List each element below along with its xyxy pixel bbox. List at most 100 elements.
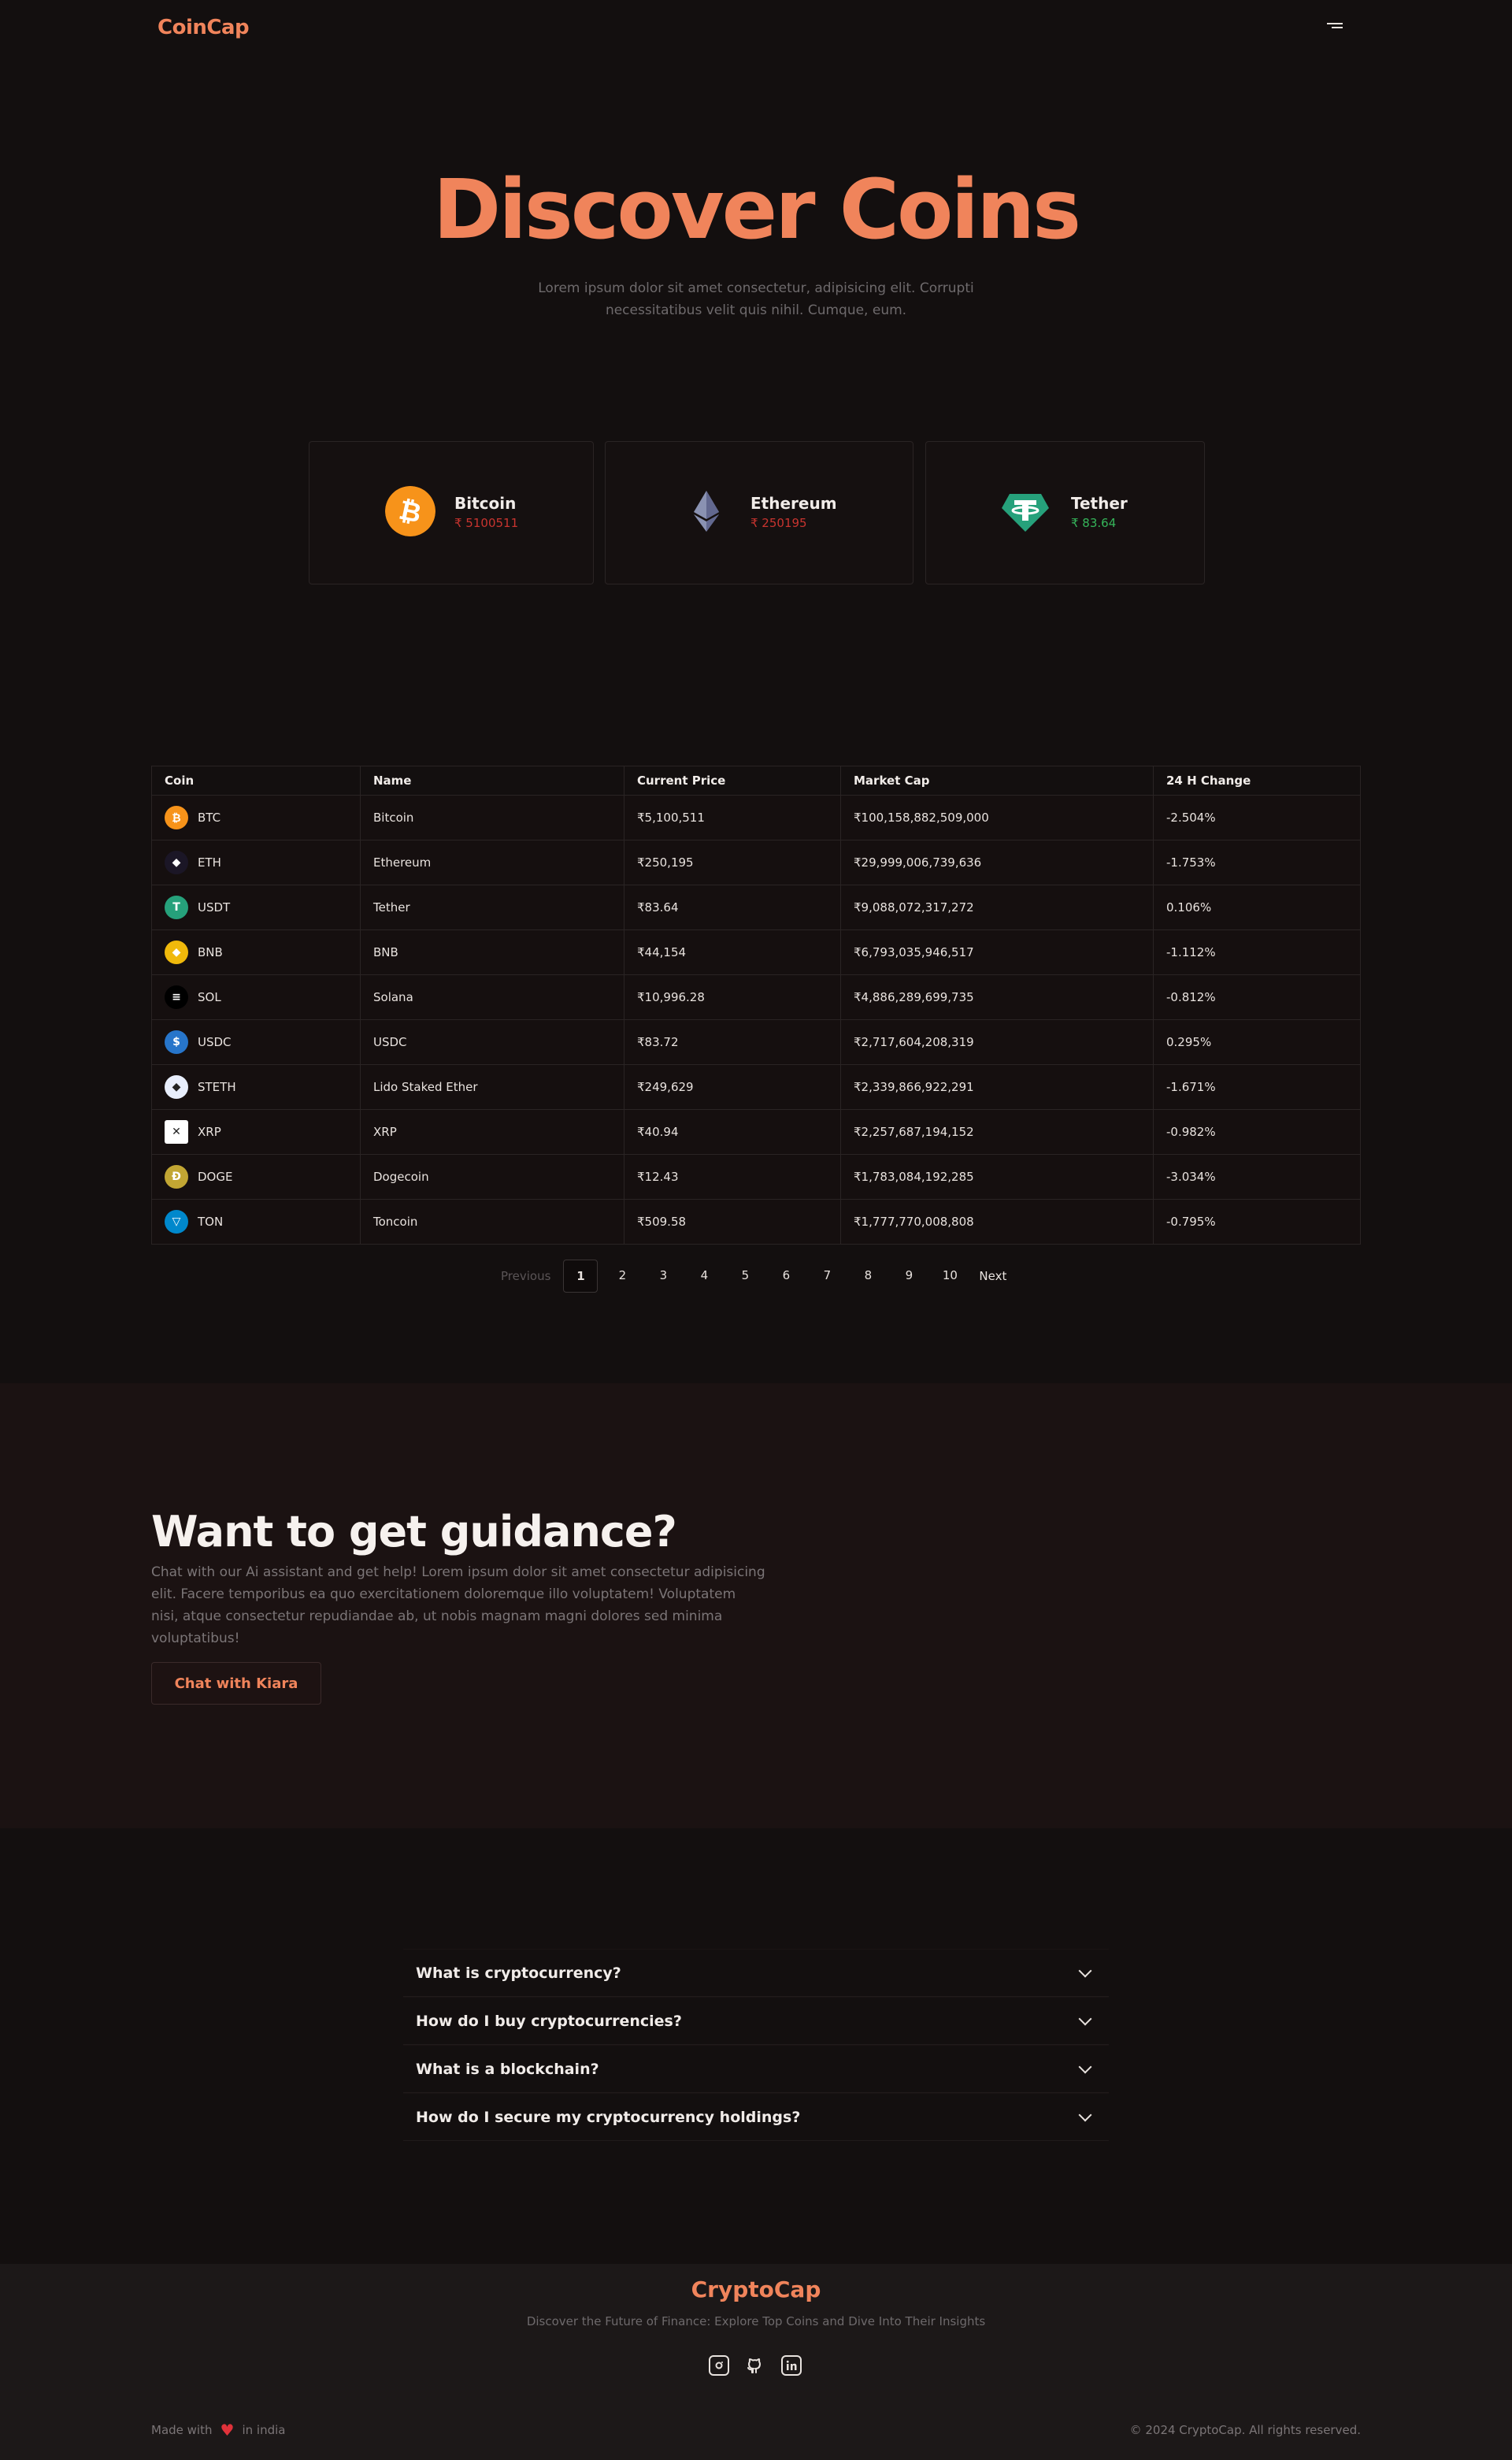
coin-card-tether[interactable]: Tether ₹ 83.64 xyxy=(925,441,1205,584)
coin-24h-change: -1.671% xyxy=(1153,1064,1361,1110)
faq-item[interactable]: What is a blockchain? xyxy=(403,2045,1109,2093)
coin-price: ₹509.58 xyxy=(624,1199,841,1245)
column-header-name: Name xyxy=(360,766,624,796)
faq-question: How do I buy cryptocurrencies? xyxy=(416,2012,682,2030)
coin-24h-change: -0.795% xyxy=(1153,1199,1361,1245)
coin-price: ₹40.94 xyxy=(624,1109,841,1155)
coin-name: Ethereum xyxy=(360,840,624,885)
tether-icon: T xyxy=(165,896,188,919)
coin-card-ethereum[interactable]: Ethereum ₹ 250195 xyxy=(605,441,914,584)
toncoin-icon: ▽ xyxy=(165,1210,188,1234)
coin-symbol: USDC xyxy=(198,1035,232,1049)
pagination-page[interactable]: 4 xyxy=(687,1260,721,1291)
pagination-page[interactable]: 2 xyxy=(606,1260,639,1291)
table-row[interactable]: ₿ BTC Bitcoin ₹5,100,511 ₹100,158,882,509,00… xyxy=(151,795,1361,840)
menu-icon[interactable] xyxy=(1327,20,1343,33)
coin-cell: ◆ STETH xyxy=(151,1064,361,1110)
coin-cell: T USDT xyxy=(151,885,361,930)
coin-card-bitcoin[interactable]: ₿ Bitcoin ₹ 5100511 xyxy=(309,441,594,584)
table-row[interactable]: ◆ BNB BNB ₹44,154 ₹6,793,035,946,517 -1.112% xyxy=(151,929,1361,975)
coin-name: BNB xyxy=(360,929,624,975)
pagination-page[interactable]: 8 xyxy=(851,1260,884,1291)
heart-icon: ♥ xyxy=(220,2421,235,2440)
coin-symbol: BTC xyxy=(198,811,221,825)
coin-market-cap: ₹100,158,882,509,000 xyxy=(840,795,1154,840)
table-row[interactable]: Ð DOGE Dogecoin ₹12.43 ₹1,783,084,192,285 -3.… xyxy=(151,1154,1361,1200)
linkedin-icon[interactable] xyxy=(781,2355,802,2376)
coin-name: Bitcoin xyxy=(360,795,624,840)
coin-cell: ◆ BNB xyxy=(151,929,361,975)
site-logo[interactable]: CoinCap xyxy=(158,16,250,39)
table-row[interactable]: T USDT Tether ₹83.64 ₹9,088,072,317,272 0.106… xyxy=(151,885,1361,930)
footer-logo[interactable]: CryptoCap xyxy=(0,2276,1512,2302)
coin-price: ₹83.64 xyxy=(624,885,841,930)
coin-card-name: Tether xyxy=(1071,494,1128,513)
coin-card-name: Ethereum xyxy=(750,494,837,513)
coin-24h-change: -1.753% xyxy=(1153,840,1361,885)
pagination-page[interactable]: 9 xyxy=(892,1260,925,1291)
coin-symbol: XRP xyxy=(198,1125,221,1139)
coin-market-cap: ₹9,088,072,317,272 xyxy=(840,885,1154,930)
coin-24h-change: -0.812% xyxy=(1153,974,1361,1020)
faq-question: What is a blockchain? xyxy=(416,2060,599,2078)
table-header-row: Coin Name Current Price Market Cap 24 H … xyxy=(151,766,1361,796)
bnb-icon: ◆ xyxy=(165,941,188,964)
ethereum-icon xyxy=(694,491,719,532)
coin-price: ₹5,100,511 xyxy=(624,795,841,840)
table-row[interactable]: ✕ XRP XRP ₹40.94 ₹2,257,687,194,152 -0.982% xyxy=(151,1109,1361,1155)
coin-market-cap: ₹29,999,006,739,636 xyxy=(840,840,1154,885)
coin-price: ₹250,195 xyxy=(624,840,841,885)
coin-market-cap: ₹2,717,604,208,319 xyxy=(840,1019,1154,1065)
coin-cell: ≡ SOL xyxy=(151,974,361,1020)
coin-name: Toncoin xyxy=(360,1199,624,1245)
coin-price: ₹44,154 xyxy=(624,929,841,975)
copyright: © 2024 CryptoCap. All rights reserved. xyxy=(1129,2423,1361,2437)
coin-cell: ✕ XRP xyxy=(151,1109,361,1155)
xrp-icon: ✕ xyxy=(165,1120,188,1144)
pagination-page[interactable]: 1 xyxy=(563,1260,598,1293)
faq-item[interactable]: What is cryptocurrency? xyxy=(403,1949,1109,1997)
faq-item[interactable]: How do I secure my cryptocurrency holdin… xyxy=(403,2093,1109,2141)
pagination-previous[interactable]: Previous xyxy=(496,1269,555,1283)
coin-cell: Ð DOGE xyxy=(151,1154,361,1200)
github-icon[interactable] xyxy=(745,2355,765,2376)
coin-price: ₹12.43 xyxy=(624,1154,841,1200)
faq-item[interactable]: How do I buy cryptocurrencies? xyxy=(403,1997,1109,2045)
coin-card-price: ₹ 250195 xyxy=(750,516,807,530)
table-row[interactable]: $ USDC USDC ₹83.72 ₹2,717,604,208,319 0.295% xyxy=(151,1019,1361,1065)
coin-24h-change: -1.112% xyxy=(1153,929,1361,975)
pagination-next[interactable]: Next xyxy=(974,1269,1011,1283)
footer-tagline: Discover the Future of Finance: Explore … xyxy=(526,2314,986,2328)
coin-name: USDC xyxy=(360,1019,624,1065)
coin-market-cap: ₹1,783,084,192,285 xyxy=(840,1154,1154,1200)
coin-24h-change: 0.295% xyxy=(1153,1019,1361,1065)
pagination-page[interactable]: 5 xyxy=(728,1260,762,1291)
table-row[interactable]: ≡ SOL Solana ₹10,996.28 ₹4,886,289,699,735 -0… xyxy=(151,974,1361,1020)
pagination: Previous 1 2 3 4 5 6 7 8 9 10 Next xyxy=(496,1260,1016,1293)
ethereum-icon: ◆ xyxy=(165,851,188,874)
instagram-icon[interactable] xyxy=(709,2355,729,2376)
pagination-page[interactable]: 6 xyxy=(769,1260,802,1291)
coin-symbol: BNB xyxy=(198,945,223,959)
coin-price: ₹83.72 xyxy=(624,1019,841,1065)
coin-name: Dogecoin xyxy=(360,1154,624,1200)
pagination-page[interactable]: 7 xyxy=(810,1260,843,1291)
coin-24h-change: 0.106% xyxy=(1153,885,1361,930)
coin-card-price: ₹ 83.64 xyxy=(1071,516,1117,530)
guidance-section: Want to get guidance? Chat with our Ai a… xyxy=(0,1383,1512,1828)
chevron-down-icon xyxy=(1078,2012,1092,2025)
coin-cell: ◆ ETH xyxy=(151,840,361,885)
steth-icon: ◆ xyxy=(165,1075,188,1099)
chevron-down-icon xyxy=(1078,2060,1092,2073)
chat-with-kiara-button[interactable]: Chat with Kiara xyxy=(151,1662,321,1705)
pagination-page[interactable]: 10 xyxy=(933,1260,966,1291)
column-header-24h-change: 24 H Change xyxy=(1153,766,1361,796)
coin-symbol: DOGE xyxy=(198,1170,233,1184)
usdc-icon: $ xyxy=(165,1030,188,1054)
tether-icon xyxy=(1002,494,1049,532)
pagination-page[interactable]: 3 xyxy=(647,1260,680,1291)
table-row[interactable]: ◆ STETH Lido Staked Ether ₹249,629 ₹2,339,86… xyxy=(151,1064,1361,1110)
table-row[interactable]: ▽ TON Toncoin ₹509.58 ₹1,777,770,008,808 -0.7… xyxy=(151,1199,1361,1245)
column-header-price: Current Price xyxy=(624,766,841,796)
table-row[interactable]: ◆ ETH Ethereum ₹250,195 ₹29,999,006,739,636-… xyxy=(151,840,1361,885)
